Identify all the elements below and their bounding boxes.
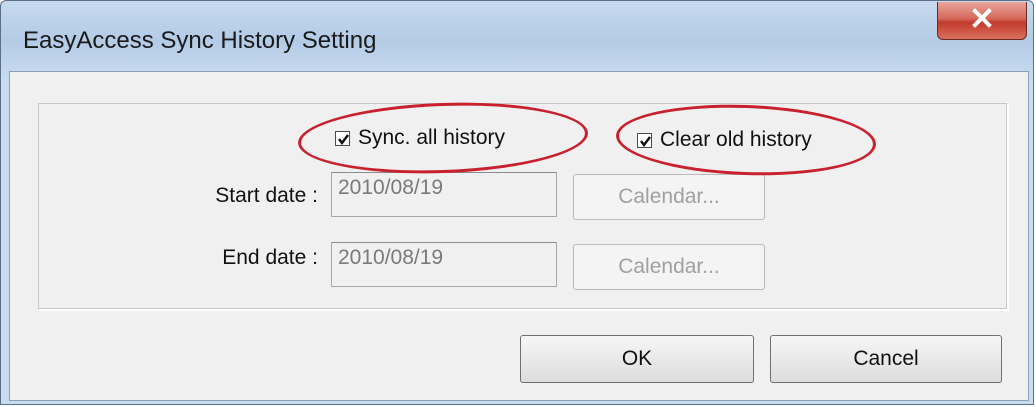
clear-old-history-checkbox[interactable]: Clear old history [637, 128, 812, 152]
clear-old-history-label: Clear old history [660, 128, 812, 151]
end-date-label: End date : [222, 246, 318, 269]
cancel-button[interactable]: Cancel [770, 335, 1002, 383]
sync-all-history-checkbox[interactable]: Sync. all history [335, 126, 505, 150]
sync-all-history-label: Sync. all history [358, 126, 506, 149]
ok-button[interactable]: OK [520, 335, 754, 383]
start-date-field[interactable]: 2010/08/19 [331, 172, 557, 217]
end-date-field[interactable]: 2010/08/19 [331, 242, 557, 287]
dialog-body: Sync. all history Clear old history Star… [9, 71, 1029, 401]
checkbox-checked-icon [335, 130, 350, 146]
start-date-label: Start date : [215, 184, 318, 207]
end-date-calendar-button[interactable]: Calendar... [573, 244, 765, 290]
checkbox-checked-icon [637, 132, 652, 148]
dialog-window: EasyAccess Sync History Setting Sync. al… [0, 0, 1034, 405]
close-icon [971, 8, 993, 33]
window-title: EasyAccess Sync History Setting [23, 27, 377, 54]
close-button[interactable] [937, 2, 1027, 40]
start-date-calendar-button[interactable]: Calendar... [573, 174, 765, 220]
